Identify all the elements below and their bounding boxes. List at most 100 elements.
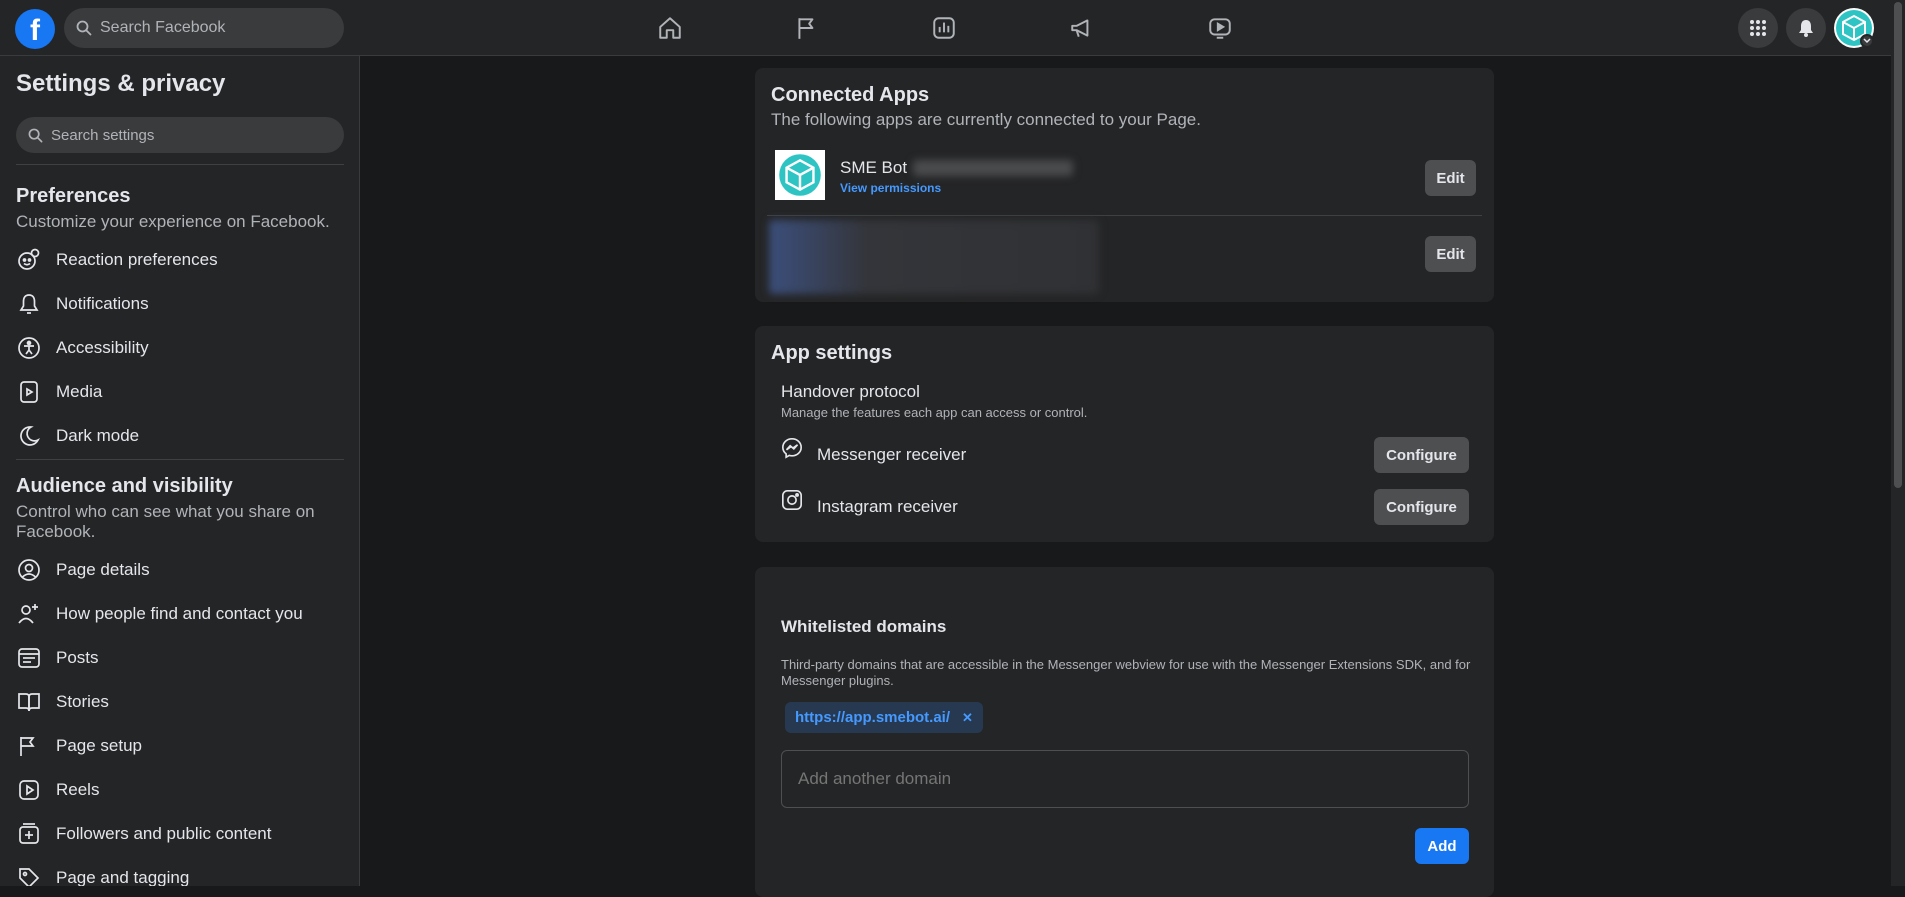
sidebar-item-reaction-preferences[interactable]: Reaction preferences xyxy=(16,242,346,278)
sidebar-divider xyxy=(16,164,344,165)
video-icon xyxy=(1209,18,1231,39)
add-domain-button[interactable]: Add xyxy=(1415,828,1469,864)
sidebar-item-label: Dark mode xyxy=(56,426,140,445)
sidebar-item-dark-mode[interactable]: Dark mode xyxy=(16,418,346,454)
flag-icon xyxy=(798,18,814,39)
settings-search-input[interactable] xyxy=(51,126,331,144)
edit-second-app-button[interactable]: Edit xyxy=(1425,236,1476,272)
sidebar-item-label: Accessibility xyxy=(56,338,149,357)
pages-nav-button[interactable] xyxy=(777,8,837,48)
person-icon xyxy=(16,557,42,583)
settings-sidebar: Settings & privacy Preferences Customize… xyxy=(0,56,360,886)
connected-apps-title: Connected Apps xyxy=(771,84,930,106)
bell-icon xyxy=(16,291,42,317)
plus-box-icon xyxy=(16,821,42,847)
add-domain-input[interactable] xyxy=(798,769,1448,789)
connected-apps-card: Connected Apps The following apps are cu… xyxy=(755,68,1494,302)
reaction-icon xyxy=(16,247,42,273)
sidebar-item-label: Followers and public content xyxy=(56,824,272,843)
tag-icon xyxy=(16,865,42,886)
sidebar-item-label: Reaction preferences xyxy=(56,250,218,269)
account-menu-caret[interactable] xyxy=(1860,34,1874,48)
view-permissions-link[interactable]: View permissions xyxy=(840,181,941,195)
redacted-app-id xyxy=(913,160,1073,176)
facebook-search-input[interactable] xyxy=(100,19,330,37)
sidebar-item-media[interactable]: Media xyxy=(16,374,346,410)
add-domain-field[interactable] xyxy=(781,750,1469,808)
menu-button[interactable] xyxy=(1738,8,1778,48)
sidebar-item-label: Posts xyxy=(56,648,99,667)
chart-icon xyxy=(933,17,955,39)
media-icon xyxy=(16,379,42,405)
sidebar-title: Settings & privacy xyxy=(16,70,226,97)
sidebar-item-label: Media xyxy=(56,382,103,401)
connected-apps-subtitle: The following apps are currently connect… xyxy=(771,110,1201,129)
whitelisted-domains-description: Third-party domains that are accessible … xyxy=(781,657,1471,688)
insights-nav-button[interactable] xyxy=(914,8,974,48)
audience-heading: Audience and visibility xyxy=(16,475,233,497)
instagram-icon xyxy=(781,489,803,511)
home-icon xyxy=(659,17,681,39)
sidebar-item-stories[interactable]: Stories xyxy=(16,684,346,720)
sidebar-item-label: Page and tagging xyxy=(56,868,190,886)
facebook-logo[interactable]: f xyxy=(15,9,55,49)
top-navigation-bar: f xyxy=(0,0,1891,56)
search-icon xyxy=(28,128,43,142)
sidebar-item-accessibility[interactable]: Accessibility xyxy=(16,330,346,366)
sidebar-item-posts[interactable]: Posts xyxy=(16,640,346,676)
messenger-icon xyxy=(781,437,803,459)
sidebar-item-label: Notifications xyxy=(56,294,149,313)
book-icon xyxy=(16,689,42,715)
scrollbar-thumb[interactable] xyxy=(1894,2,1902,488)
whitelisted-domains-card: Whitelisted domains Third-party domains … xyxy=(755,567,1494,897)
megaphone-icon xyxy=(1071,19,1089,37)
video-nav-button[interactable] xyxy=(1190,8,1250,48)
grid-menu-icon xyxy=(1750,20,1766,36)
handover-protocol-subtitle: Manage the features each app can access … xyxy=(781,405,1088,420)
handover-protocol-title: Handover protocol xyxy=(781,382,920,401)
search-icon xyxy=(76,20,92,36)
settings-search-box[interactable] xyxy=(16,117,344,153)
sidebar-item-label: Page setup xyxy=(56,736,143,755)
bell-icon xyxy=(1799,20,1813,37)
chevron-down-icon xyxy=(1863,38,1871,44)
reels-icon xyxy=(16,777,42,803)
sidebar-item-label: Stories xyxy=(56,692,109,711)
sidebar-item-label: How people find and contact you xyxy=(56,604,303,623)
configure-instagram-button[interactable]: Configure xyxy=(1374,489,1469,525)
notifications-button[interactable] xyxy=(1786,8,1826,48)
sidebar-item-page-and-tagging[interactable]: Page and tagging xyxy=(16,860,346,886)
app-row-divider xyxy=(767,215,1482,216)
sme-bot-app-icon xyxy=(775,150,825,200)
sme-bot-app-name: SME Bot xyxy=(840,158,908,177)
redacted-app-row xyxy=(769,220,1099,294)
sidebar-item-find-and-contact[interactable]: How people find and contact you xyxy=(16,596,346,632)
sidebar-item-page-setup[interactable]: Page setup xyxy=(16,728,346,764)
sidebar-item-page-details[interactable]: Page details xyxy=(16,552,346,588)
flag-icon xyxy=(16,733,42,759)
edit-sme-bot-button[interactable]: Edit xyxy=(1425,160,1476,196)
facebook-search-box[interactable] xyxy=(64,8,344,48)
sidebar-item-label: Page details xyxy=(56,560,150,579)
smebot-logo-icon xyxy=(779,154,821,196)
app-settings-card: App settings Handover protocol Manage th… xyxy=(755,326,1494,542)
posts-icon xyxy=(16,645,42,671)
preferences-heading: Preferences xyxy=(16,185,131,207)
sidebar-item-notifications[interactable]: Notifications xyxy=(16,286,346,322)
close-icon[interactable]: ✕ xyxy=(962,710,973,726)
app-settings-title: App settings xyxy=(771,342,893,364)
sidebar-item-label: Reels xyxy=(56,780,100,799)
accessibility-icon xyxy=(16,335,42,361)
page-scrollbar[interactable] xyxy=(1891,0,1905,886)
sidebar-item-followers[interactable]: Followers and public content xyxy=(16,816,346,852)
moon-icon xyxy=(16,423,42,449)
messenger-receiver-label: Messenger receiver xyxy=(817,445,967,464)
home-nav-button[interactable] xyxy=(640,8,700,48)
ads-nav-button[interactable] xyxy=(1052,8,1112,48)
preferences-subtitle: Customize your experience on Facebook. xyxy=(16,212,330,231)
sidebar-item-reels[interactable]: Reels xyxy=(16,772,346,808)
configure-messenger-button[interactable]: Configure xyxy=(1374,437,1469,473)
whitelisted-domains-title: Whitelisted domains xyxy=(781,617,947,636)
domain-chip-label: https://app.smebot.ai/ xyxy=(795,709,951,726)
domain-chip: https://app.smebot.ai/ ✕ xyxy=(785,702,983,733)
